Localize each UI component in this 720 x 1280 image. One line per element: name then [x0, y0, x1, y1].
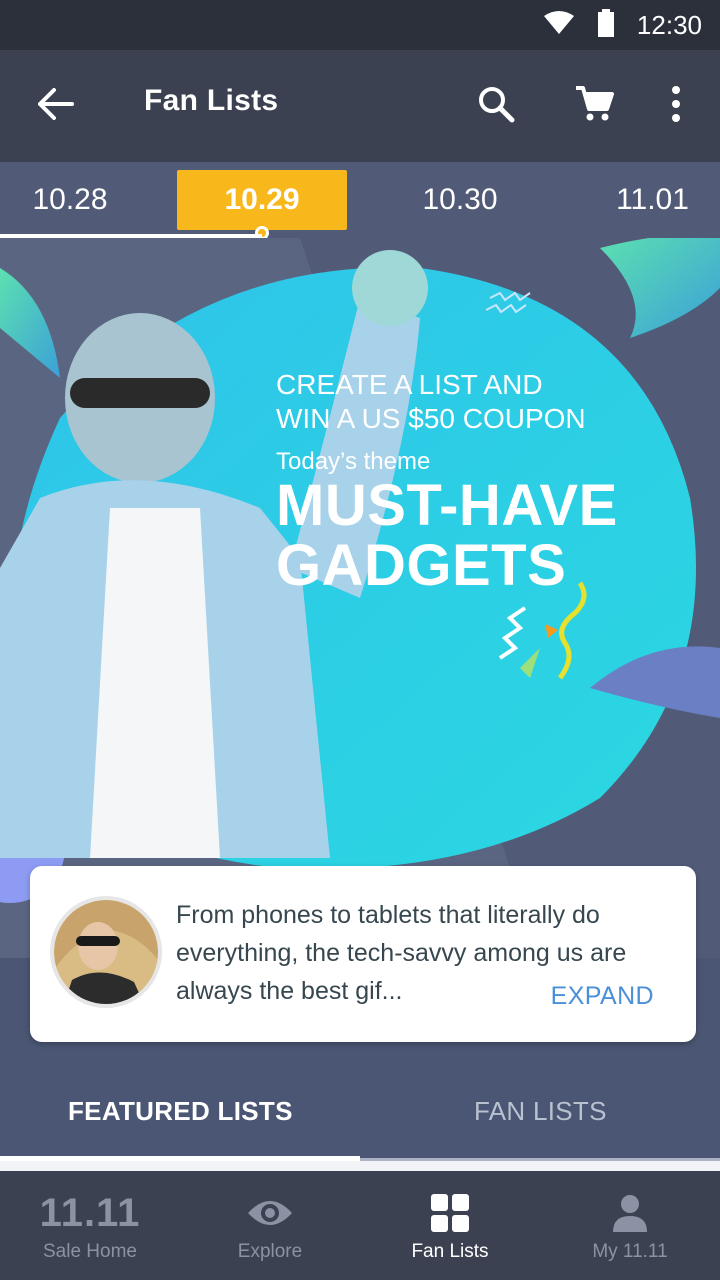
more-vert-icon: [671, 85, 681, 127]
date-tab-11-01[interactable]: 11.01: [580, 170, 720, 230]
cart-icon: [574, 85, 614, 128]
date-tab-10-28[interactable]: 10.28: [0, 170, 140, 230]
tab-fan-lists[interactable]: FAN LISTS: [474, 1096, 607, 1127]
banner-cta-line2: WIN A US $50 COUPON: [276, 403, 586, 434]
eye-icon: [246, 1191, 294, 1235]
banner-text: CREATE A LIST AND WIN A US $50 COUPON To…: [276, 368, 696, 596]
status-time: 12:30: [636, 9, 702, 40]
content-strip: [0, 1161, 720, 1171]
expand-link[interactable]: EXPAND: [551, 982, 654, 1011]
page-title: Fan Lists: [144, 84, 279, 117]
nav-explore[interactable]: Explore: [180, 1171, 360, 1280]
more-options-button[interactable]: [650, 80, 702, 132]
date-tab-10-29[interactable]: 10.29: [177, 170, 347, 240]
search-icon: [477, 85, 515, 128]
back-arrow-icon: [38, 87, 74, 125]
bottom-navigation: 11.11 Sale Home Explore Fan Lists My 11.…: [0, 1171, 720, 1280]
avatar-photo: [54, 900, 158, 1004]
nav-label-my-1111: My 11.11: [592, 1241, 668, 1262]
back-button[interactable]: [30, 80, 82, 132]
theme-description-card: From phones to tablets that literally do…: [30, 866, 696, 1042]
app-bar: Fan Lists: [0, 50, 720, 162]
search-button[interactable]: [470, 80, 522, 132]
nav-label-explore: Explore: [237, 1241, 303, 1262]
list-tab-bar: FEATURED LISTS FAN LISTS: [0, 1060, 720, 1164]
banner-cta-line1: CREATE A LIST AND: [276, 369, 543, 400]
promo-banner[interactable]: CREATE A LIST AND WIN A US $50 COUPON To…: [0, 238, 720, 958]
curator-avatar[interactable]: [50, 896, 162, 1008]
banner-theme-line1: MUST-HAVE: [276, 473, 618, 538]
nav-sale-home[interactable]: 11.11 Sale Home: [0, 1171, 180, 1280]
grid-icon: [431, 1191, 469, 1235]
tab-featured-lists[interactable]: FEATURED LISTS: [68, 1096, 293, 1127]
wifi-icon: [543, 10, 575, 41]
nav-my-1111[interactable]: My 11.11: [540, 1171, 720, 1280]
banner-theme-label: Today’s theme: [276, 448, 431, 475]
brand-1111-logo: 11.11: [39, 1190, 141, 1235]
date-tab-strip: 10.28 10.29 10.30 11.01: [0, 162, 720, 240]
cart-button[interactable]: [568, 80, 620, 132]
nav-fan-lists[interactable]: Fan Lists: [360, 1171, 540, 1280]
status-bar: 12:30: [0, 0, 720, 50]
sale-home-icon: 11.11: [40, 1191, 141, 1235]
date-tab-10-30[interactable]: 10.30: [380, 170, 540, 230]
banner-theme-line2: GADGETS: [276, 533, 567, 598]
battery-icon: [597, 8, 615, 42]
nav-label-sale-home: Sale Home: [43, 1241, 137, 1262]
person-icon: [613, 1191, 647, 1235]
date-tab-label: 10.29: [224, 183, 300, 216]
banner-artwork: [0, 238, 720, 958]
nav-label-fan-lists: Fan Lists: [411, 1241, 489, 1262]
